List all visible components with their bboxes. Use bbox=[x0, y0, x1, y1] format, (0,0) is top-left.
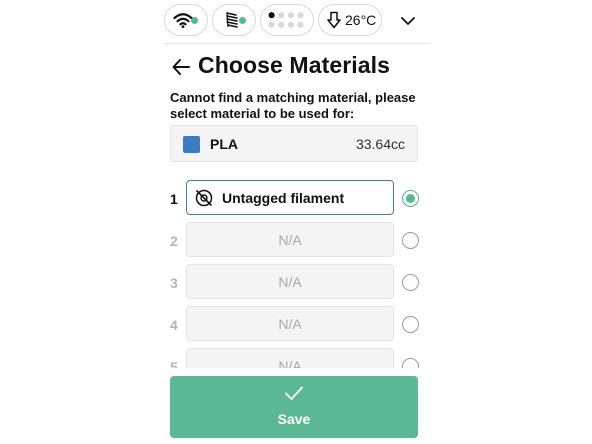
untagged-filament-icon bbox=[195, 189, 213, 206]
checkmark-icon bbox=[285, 386, 303, 400]
material-volume: 33.64cc bbox=[355, 136, 405, 152]
slot-option-2[interactable]: N/A bbox=[186, 222, 394, 257]
material-slots-pill[interactable] bbox=[260, 4, 314, 36]
page-title: Choose Materials bbox=[198, 52, 391, 78]
wifi-icon bbox=[173, 13, 193, 28]
slot-number: 1 bbox=[170, 191, 178, 207]
slot-label: N/A bbox=[278, 231, 302, 248]
slot-label: N/A bbox=[278, 315, 302, 332]
temperature-value: 26°C bbox=[345, 12, 377, 28]
slot-number: 2 bbox=[170, 233, 178, 249]
material-color-swatch bbox=[183, 136, 200, 153]
slot-radio-4[interactable] bbox=[402, 316, 419, 333]
slot-option-4[interactable]: N/A bbox=[186, 306, 394, 341]
slot-option-1[interactable]: Untagged filament bbox=[186, 180, 394, 215]
slot-label: N/A bbox=[278, 357, 302, 369]
slot-row-5[interactable]: 5 N/A bbox=[164, 348, 430, 368]
slot-radio-5[interactable] bbox=[402, 358, 419, 368]
slot-row-4[interactable]: 4 N/A bbox=[164, 306, 430, 342]
save-button[interactable]: Save bbox=[170, 376, 418, 438]
slot-row-2[interactable]: 2 N/A bbox=[164, 222, 430, 258]
wifi-status-pill[interactable] bbox=[164, 4, 208, 36]
instructions-text: Cannot find a matching material, please … bbox=[170, 90, 416, 121]
arrow-left-icon bbox=[172, 59, 190, 75]
status-bar: 26°C bbox=[164, 4, 430, 38]
thermometer-icon bbox=[327, 11, 341, 29]
chevron-down-icon bbox=[401, 17, 415, 25]
slot-list[interactable]: 1 Untagged filament 2 N/A 3 N/A 4 N/A 5 … bbox=[164, 176, 430, 368]
temperature-pill[interactable]: 26°C bbox=[318, 4, 382, 36]
slot-radio-2[interactable] bbox=[402, 232, 419, 249]
filament-status-dot bbox=[239, 17, 246, 24]
slot-row-3[interactable]: 3 N/A bbox=[164, 264, 430, 300]
back-button[interactable] bbox=[170, 56, 192, 78]
slot-number: 4 bbox=[170, 317, 178, 333]
slot-number: 3 bbox=[170, 275, 178, 291]
slot-option-3[interactable]: N/A bbox=[186, 264, 394, 299]
material-slots-icon bbox=[268, 12, 304, 28]
slot-number: 5 bbox=[170, 359, 178, 368]
header-divider bbox=[164, 43, 430, 44]
save-label: Save bbox=[277, 411, 311, 427]
slot-option-5[interactable]: N/A bbox=[186, 348, 394, 368]
expand-status-button[interactable] bbox=[394, 8, 422, 34]
slot-label: N/A bbox=[278, 273, 302, 290]
slot-label: Untagged filament bbox=[222, 189, 345, 206]
filament-spool-icon bbox=[226, 12, 238, 28]
slot-radio-3[interactable] bbox=[402, 274, 419, 291]
filament-status-pill[interactable] bbox=[212, 4, 256, 36]
slot-radio-1[interactable] bbox=[402, 190, 419, 207]
material-name: PLA bbox=[210, 136, 238, 152]
material-card: PLA 33.64cc bbox=[170, 125, 418, 162]
slot-row-1[interactable]: 1 Untagged filament bbox=[164, 180, 430, 216]
wifi-status-dot bbox=[191, 17, 198, 24]
